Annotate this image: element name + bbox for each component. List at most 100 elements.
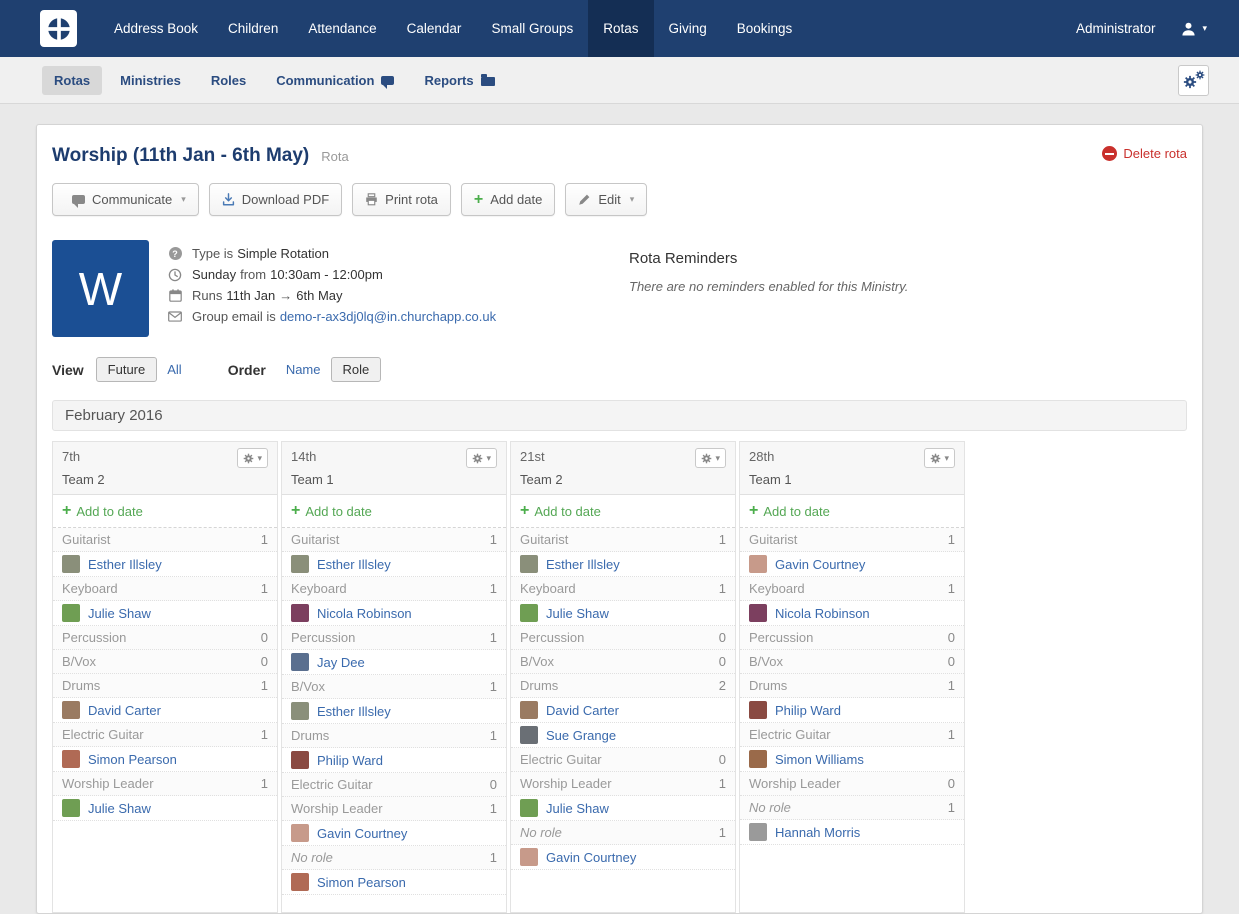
role-count: 1	[489, 679, 497, 694]
person-link[interactable]: Simon Pearson	[317, 875, 406, 890]
delete-rota-link[interactable]: Delete rota	[1102, 146, 1187, 161]
role-count: 2	[718, 678, 726, 693]
column-settings-button[interactable]: ▾	[466, 448, 497, 468]
column-date: 21st	[520, 449, 545, 464]
topnav-item-small-groups[interactable]: Small Groups	[476, 0, 588, 57]
toolbar: Communicate ▾ Download PDF Print rota + …	[37, 171, 1202, 230]
role-count: 0	[718, 752, 726, 767]
column-settings-button[interactable]: ▾	[237, 448, 268, 468]
person-link[interactable]: David Carter	[546, 703, 619, 718]
person-link[interactable]: Esther Illsley	[546, 557, 620, 572]
person-row: David Carter	[53, 698, 277, 723]
role-label: Drums	[749, 678, 788, 693]
role-label: Drums	[62, 678, 101, 693]
print-rota-button[interactable]: Print rota	[352, 183, 451, 216]
person-link[interactable]: Nicola Robinson	[317, 606, 412, 621]
person-link[interactable]: Gavin Courtney	[317, 826, 407, 841]
person-link[interactable]: Nicola Robinson	[775, 606, 870, 621]
user-menu[interactable]: ▾	[1181, 21, 1207, 36]
add-to-date-link[interactable]: + Add to date	[511, 495, 735, 528]
person-avatar	[520, 701, 538, 719]
role-count: 0	[947, 654, 955, 669]
person-link[interactable]: Gavin Courtney	[775, 557, 865, 572]
role-row: Electric Guitar 1	[53, 723, 277, 747]
person-row: Gavin Courtney	[282, 821, 506, 846]
person-link[interactable]: Simon Pearson	[88, 752, 177, 767]
person-avatar	[62, 604, 80, 622]
download-pdf-button[interactable]: Download PDF	[208, 183, 343, 216]
person-link[interactable]: Gavin Courtney	[546, 850, 636, 865]
role-count: 1	[489, 728, 497, 743]
add-date-button[interactable]: + Add date	[460, 183, 556, 216]
subnav: Rotas Ministries Roles Communication Reports	[0, 57, 1239, 104]
role-label: B/Vox	[291, 679, 325, 694]
person-link[interactable]: Simon Williams	[775, 752, 864, 767]
person-avatar	[291, 604, 309, 622]
subnav-item-roles[interactable]: Roles	[199, 66, 258, 95]
type-value: Simple Rotation	[237, 246, 329, 261]
topnav-item-bookings[interactable]: Bookings	[722, 0, 808, 57]
ministry-info-list: ? Type is Simple Rotation Sunday from 10…	[167, 240, 629, 337]
topnav-item-children[interactable]: Children	[213, 0, 293, 57]
person-link[interactable]: Esther Illsley	[317, 557, 391, 572]
topnav-item-address-book[interactable]: Address Book	[99, 0, 213, 57]
order-option-role[interactable]: Role	[330, 357, 382, 382]
add-to-date-link[interactable]: + Add to date	[282, 495, 506, 528]
subnav-item-rotas[interactable]: Rotas	[42, 65, 103, 95]
column-settings-button[interactable]: ▾	[695, 448, 726, 468]
add-to-date-link[interactable]: + Add to date	[740, 495, 964, 528]
view-option-future[interactable]: Future	[95, 357, 158, 382]
column-settings-button[interactable]: ▾	[924, 448, 955, 468]
topnav: Address Book Children Attendance Calendar Sm…	[0, 0, 1239, 57]
person-row: Simon Pearson	[53, 747, 277, 772]
subnav-item-reports[interactable]: Reports	[412, 66, 506, 95]
role-row: B/Vox 1	[282, 675, 506, 699]
month-header: February 2016	[52, 400, 1187, 431]
role-label: No role	[520, 825, 562, 840]
role-row: Drums 1	[740, 674, 964, 698]
edit-button[interactable]: Edit ▾	[565, 183, 648, 216]
person-link[interactable]: Esther Illsley	[317, 704, 391, 719]
person-link[interactable]: Esther Illsley	[88, 557, 162, 572]
rota-card: Worship (11th Jan - 6th May) Rota Delete…	[36, 124, 1203, 914]
topnav-item-calendar[interactable]: Calendar	[392, 0, 477, 57]
person-link[interactable]: Julie Shaw	[88, 606, 151, 621]
user-name[interactable]: Administrator	[1076, 21, 1156, 36]
person-link[interactable]: Julie Shaw	[546, 801, 609, 816]
role-count: 1	[260, 532, 268, 547]
person-row: Gavin Courtney	[740, 552, 964, 577]
person-link[interactable]: Julie Shaw	[88, 801, 151, 816]
settings-button[interactable]	[1178, 64, 1209, 96]
person-link[interactable]: Philip Ward	[775, 703, 841, 718]
person-avatar	[62, 799, 80, 817]
column-header: 7th ▾ Team 2	[53, 442, 277, 495]
role-label: Worship Leader	[749, 776, 841, 791]
role-count: 1	[718, 581, 726, 596]
person-link[interactable]: Julie Shaw	[546, 606, 609, 621]
person-avatar	[291, 873, 309, 891]
role-label: Electric Guitar	[62, 727, 144, 742]
communicate-button[interactable]: Communicate ▾	[52, 183, 199, 216]
person-link[interactable]: David Carter	[88, 703, 161, 718]
role-count: 0	[947, 776, 955, 791]
role-row: Worship Leader 1	[53, 772, 277, 796]
person-link[interactable]: Jay Dee	[317, 655, 365, 670]
person-link[interactable]: Sue Grange	[546, 728, 616, 743]
group-email-link[interactable]: demo-r-ax3dj0lq@in.churchapp.co.uk	[280, 309, 496, 324]
column-header-top: 14th ▾	[291, 448, 497, 468]
view-option-all[interactable]: All	[159, 358, 189, 381]
topnav-item-rotas[interactable]: Rotas	[588, 0, 654, 57]
topnav-item-giving[interactable]: Giving	[654, 0, 722, 57]
order-option-name[interactable]: Name	[278, 358, 329, 381]
person-link[interactable]: Philip Ward	[317, 753, 383, 768]
role-count: 1	[947, 581, 955, 596]
subnav-item-communication[interactable]: Communication	[264, 66, 406, 95]
person-link[interactable]: Hannah Morris	[775, 825, 860, 840]
subnav-item-ministries[interactable]: Ministries	[108, 66, 193, 95]
add-to-date-link[interactable]: + Add to date	[53, 495, 277, 528]
role-count: 0	[718, 630, 726, 645]
email-prefix: Group email is	[192, 309, 276, 324]
app-logo[interactable]	[40, 10, 77, 47]
topnav-item-attendance[interactable]: Attendance	[293, 0, 391, 57]
role-row: Guitarist 1	[511, 528, 735, 552]
